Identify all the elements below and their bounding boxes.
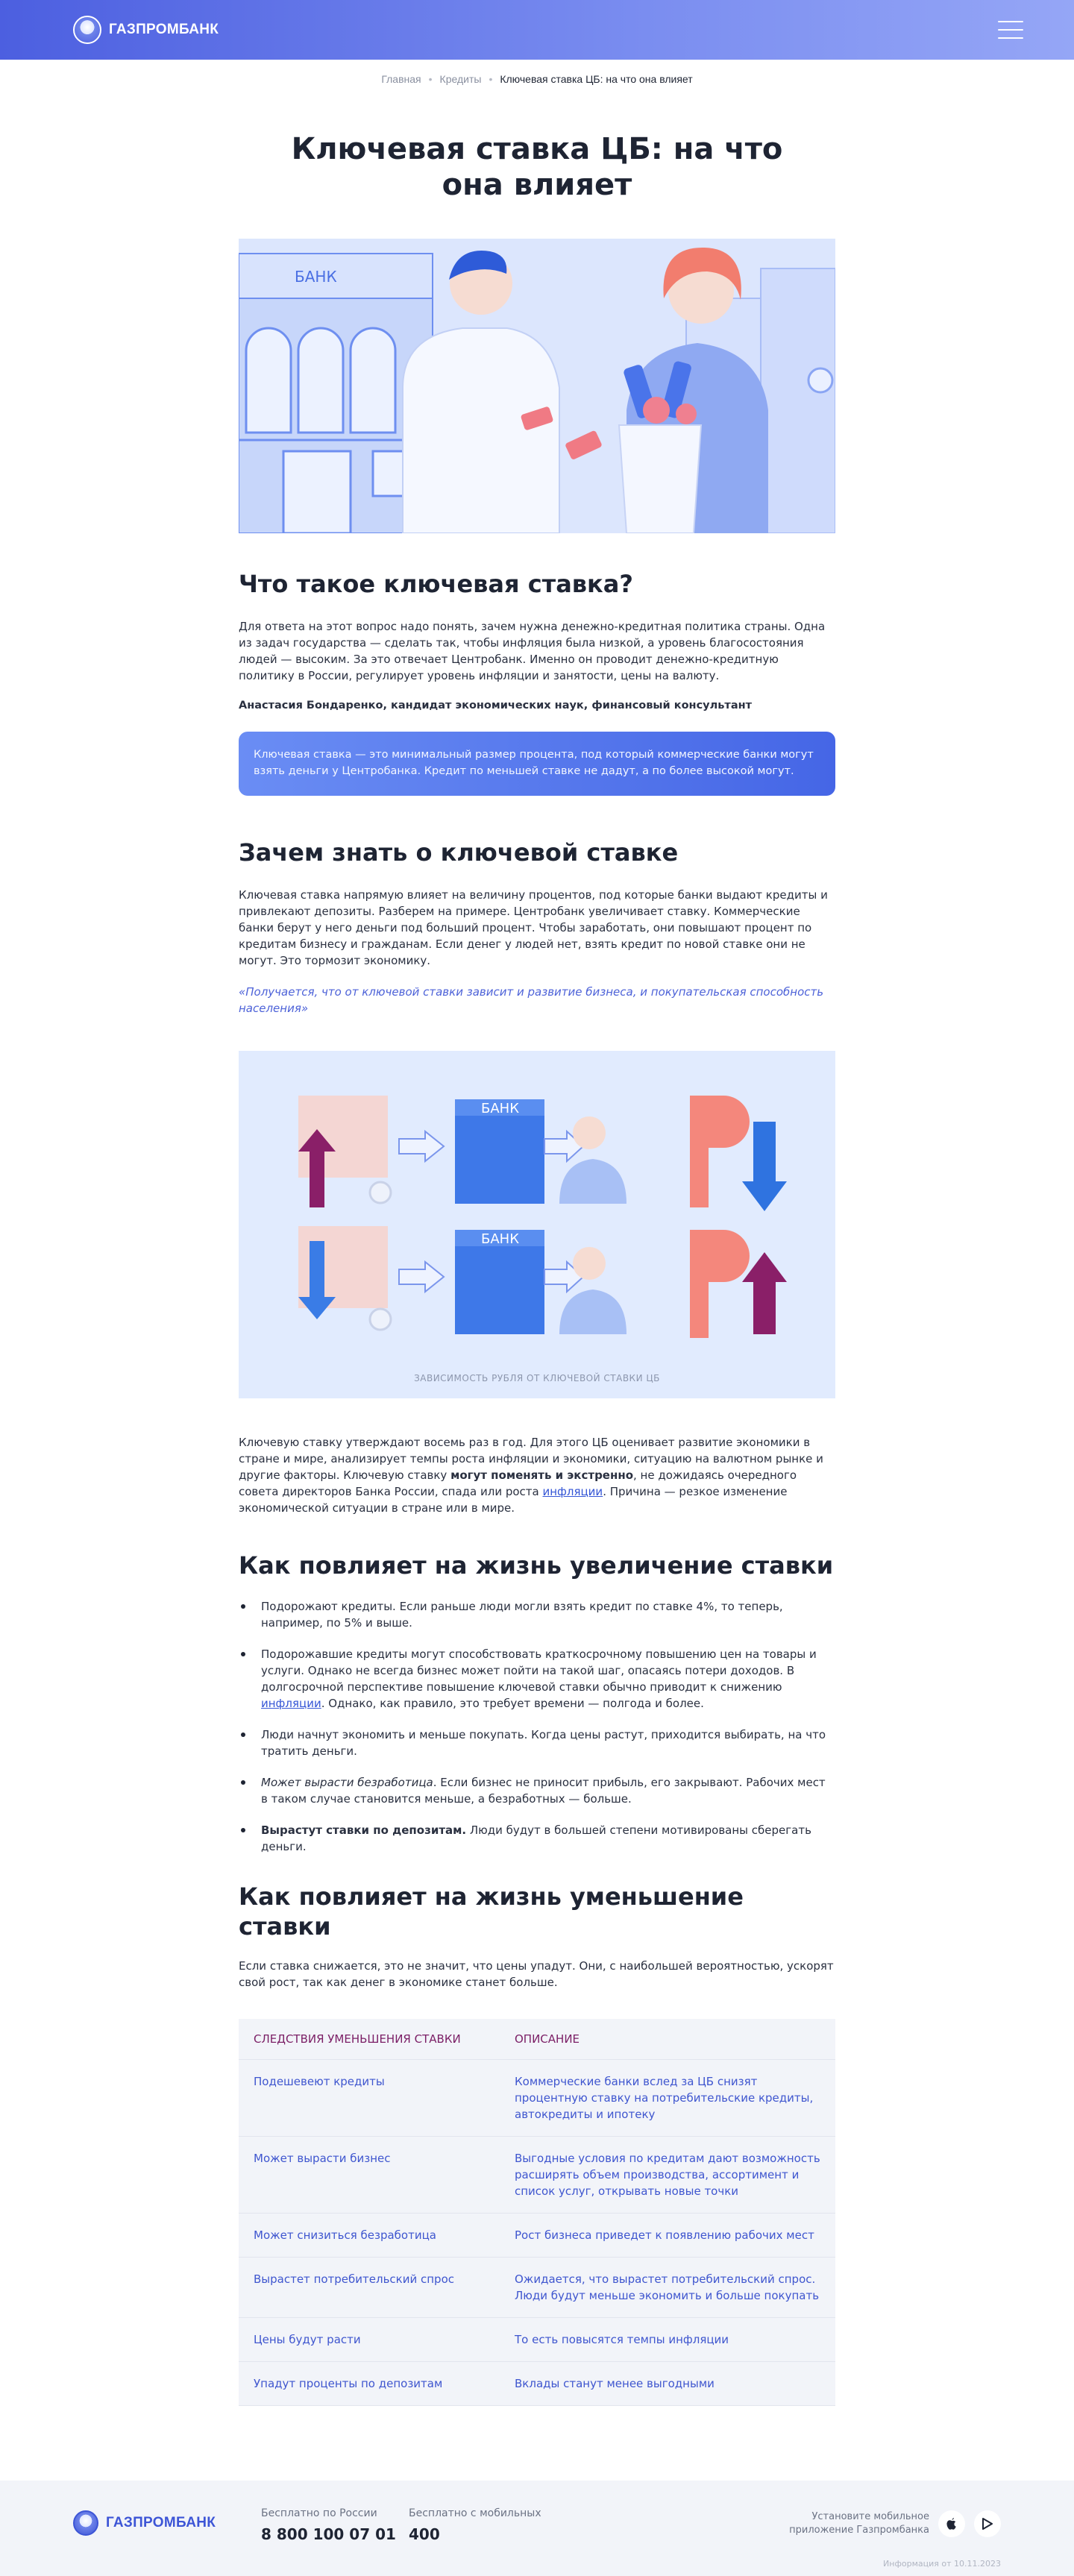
table-cell-effect: Цены будут расти <box>239 2317 500 2362</box>
article: Ключевая ставка ЦБ: на что она влияет БА… <box>239 131 835 2406</box>
breadcrumb-home[interactable]: Главная <box>381 73 421 85</box>
hero-bank-sign: БАНК <box>295 268 337 286</box>
table-cell-effect: Может вырасти бизнес <box>239 2136 500 2214</box>
increase-effects-list: Подорожают кредиты. Если раньше люди мог… <box>239 1598 835 1855</box>
section-paragraph: Для ответа на этот вопрос надо понять, з… <box>239 620 826 682</box>
scheme-bank-label-1: БАНК <box>481 1101 519 1116</box>
gazprombank-logo-icon <box>73 16 101 44</box>
phone-number[interactable]: 8 800 100 07 01 <box>261 2525 396 2543</box>
app-download: Установите мобильное приложение Газпромб… <box>789 2510 1001 2537</box>
app-promo-line: Установите мобильное <box>811 2511 929 2522</box>
section-heading-why-know: Зачем знать о ключевой ставке <box>239 838 679 867</box>
list-item: Подорожают кредиты. Если раньше люди мог… <box>239 1598 835 1631</box>
table-header-description: Описание <box>500 2019 835 2060</box>
footer-logo[interactable]: ГАЗПРОМБАНК <box>73 2510 216 2536</box>
logo-text: ГАЗПРОМБАНК <box>106 2515 216 2531</box>
list-item: Может вырасти безработица. Если бизнес н… <box>239 1774 835 1807</box>
table-cell-effect: Вырастет потребительский спрос <box>239 2257 500 2318</box>
breadcrumb-credits[interactable]: Кредиты <box>440 73 482 85</box>
section-heading-what-is: Что такое ключевая ставка? <box>239 570 633 598</box>
table-row: Вырастет потребительский спрос Ожидается,… <box>239 2257 835 2318</box>
table-cell-description: Рост бизнеса приведет к появлению рабочи… <box>500 2213 835 2258</box>
logo-text: ГАЗПРОМБАНК <box>109 22 219 37</box>
section-paragraph: Ключевая ставка напрямую влияет на велич… <box>239 888 828 967</box>
scheme-bank-label-2: БАНК <box>481 1231 519 1247</box>
table-cell-effect: Упадут проценты по депозитам <box>239 2361 500 2406</box>
site-footer: ГАЗПРОМБАНК Бесплатно по России 8 800 10… <box>0 2481 1074 2576</box>
table-row: Упадут проценты по депозитам Вклады стану… <box>239 2361 835 2406</box>
app-promo-text: Установите мобильное приложение Газпромб… <box>789 2510 929 2537</box>
app-promo-line: приложение Газпромбанка <box>789 2525 929 2536</box>
list-item: Люди начнут экономить и меньше покупать.… <box>239 1727 835 1759</box>
hero-illustration: БАНК <box>239 239 835 533</box>
author-credit: Анастасия Бондаренко, кандидат экономиче… <box>239 700 753 711</box>
rate-scheme-illustration: БАНК БАНК ЗАВИСИМОСТЬ РУБЛЯ ОТ КЛЮЧЕВОЙ … <box>239 1051 835 1398</box>
phone-label: Бесплатно с мобильных <box>409 2507 541 2519</box>
table-cell-description: Выгодные условия по кредитам дают возмож… <box>500 2136 835 2214</box>
phone-number[interactable]: 400 <box>409 2525 541 2543</box>
section-heading-rate-increase: Как повлияет на жизнь увеличение ставки <box>239 1551 834 1580</box>
table-header-row: Следствия уменьшения ставки Описание <box>239 2019 835 2060</box>
header-logo[interactable]: ГАЗПРОМБАНК <box>73 16 219 44</box>
phone-mobile: Бесплатно с мобильных 400 <box>409 2507 541 2543</box>
page-title: Ключевая ставка ЦБ: на что она влияет <box>291 132 783 202</box>
table-row: Цены будут расти То есть повысятся темпы … <box>239 2317 835 2362</box>
table-cell-description: То есть повысятся темпы инфляции <box>500 2317 835 2362</box>
phone-label: Бесплатно по России <box>261 2507 377 2519</box>
section-paragraph: Ключевую ставку утверждают восемь раз в … <box>239 1434 835 1516</box>
table-row: Подешевеют кредиты Коммерческие банки всл… <box>239 2059 835 2137</box>
inflation-link[interactable]: инфляции <box>542 1485 603 1498</box>
table-row: Может снизиться безработица Рост бизнеса … <box>239 2213 835 2258</box>
table-cell-description: Вклады станут менее выгодными <box>500 2361 835 2406</box>
table-cell-effect: Подешевеют кредиты <box>239 2059 500 2137</box>
decrease-effects-table: Следствия уменьшения ставки Описание Под… <box>239 2019 835 2406</box>
list-item: Вырастут ставки по депозитам. Люди будут… <box>239 1822 835 1855</box>
breadcrumb-current: Ключевая ставка ЦБ: на что она влияет <box>500 73 693 85</box>
list-item: Подорожавшие кредиты могут способствоват… <box>239 1646 835 1712</box>
hamburger-menu-icon[interactable] <box>998 21 1023 39</box>
paragraph-bold: могут поменять и экстренно <box>450 1468 634 1482</box>
table-row: Может вырасти бизнес Выгодные условия по … <box>239 2136 835 2214</box>
pull-quote: «Получается, что от ключевой ставки зави… <box>239 985 824 1015</box>
definition-callout: Ключевая ставка — это минимальный размер… <box>239 732 835 796</box>
breadcrumb: Главная • Кредиты • Ключевая ставка ЦБ: на ч… <box>381 73 693 85</box>
list-item-italic: Может вырасти безработица <box>261 1776 433 1789</box>
scheme-caption: ЗАВИСИМОСТЬ РУБЛЯ ОТ КЛЮЧЕВОЙ СТАВКИ ЦБ <box>414 1373 660 1383</box>
phone-russia: Бесплатно по России 8 800 100 07 01 <box>261 2507 396 2543</box>
section-paragraph: Если ставка снижается, это не значит, чт… <box>239 1959 834 1989</box>
gazprombank-logo-icon <box>73 2510 98 2536</box>
google-play-icon[interactable] <box>974 2510 1001 2537</box>
definition-text: Ключевая ставка — это минимальный размер… <box>254 749 814 777</box>
hero-svg: БАНК <box>239 239 835 533</box>
scheme-svg: БАНК БАНК <box>298 1096 787 1338</box>
list-item-text: Подорожавшие кредиты могут способствоват… <box>261 1647 817 1694</box>
apple-icon[interactable] <box>938 2510 965 2537</box>
list-item-text: . Однако, как правило, это требует време… <box>321 1697 704 1710</box>
table-cell-description: Ожидается, что вырастет потребительский … <box>500 2257 835 2318</box>
inflation-link[interactable]: инфляции <box>261 1697 321 1710</box>
section-heading-rate-decrease: Как повлияет на жизнь уменьшение ставки <box>239 1882 744 1941</box>
list-item-bold: Вырастут ставки по депозитам. <box>261 1823 467 1837</box>
table-cell-description: Коммерческие банки вслед за ЦБ снизят пр… <box>500 2059 835 2137</box>
table-cell-effect: Может снизиться безработица <box>239 2213 500 2258</box>
info-date: Информация от 10.11.2023 <box>883 2559 1001 2569</box>
table-header-effects: Следствия уменьшения ставки <box>239 2019 500 2060</box>
site-header: ГАЗПРОМБАНК <box>0 0 1074 60</box>
